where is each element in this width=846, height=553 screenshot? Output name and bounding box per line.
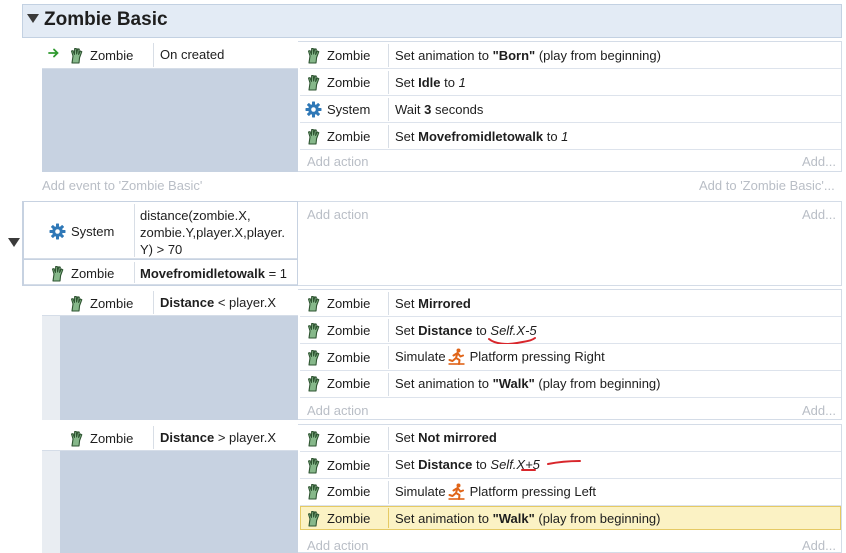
action-text[interactable]: Wait 3 seconds [395,102,483,117]
zombie-hand-icon [305,430,322,447]
zombie-hand-icon [305,375,322,392]
collapse-triangle-icon[interactable] [27,14,39,23]
zombie-hand-icon [68,47,85,64]
action-text[interactable]: Set Mirrored [395,296,471,311]
red-underline-annotation [521,460,581,471]
condition-text[interactable]: distance(zombie.X, zombie.Y,player.X,pla… [140,207,285,258]
platform-runner-icon [448,348,465,365]
add-action-link[interactable]: Add action [307,207,368,222]
add-to-group-link[interactable]: Add to 'Zombie Basic'... [699,178,835,193]
action-text[interactable]: Set animation to "Born" (play from begin… [395,48,661,63]
action-row[interactable] [300,96,841,123]
action-object[interactable]: Zombie [305,456,370,474]
add-event-link[interactable]: Add event to 'Zombie Basic' [42,178,202,193]
condition-object[interactable]: Zombie [49,264,114,282]
action-object[interactable]: Zombie [305,73,370,91]
action-object[interactable]: Zombie [305,348,370,366]
zombie-hand-icon [49,265,66,282]
action-object[interactable]: Zombie [305,374,370,392]
action-row[interactable] [300,69,841,96]
condition-text[interactable]: On created [160,47,224,62]
platform-runner-icon [448,483,465,500]
condition-object[interactable]: System [49,222,114,240]
condition-object[interactable]: Zombie [68,46,133,64]
action-text[interactable]: Simulate Platform pressing Right [395,347,605,365]
action-object[interactable]: Zombie [305,294,370,312]
action-object[interactable]: Zombie [305,509,370,527]
action-object[interactable]: System [305,100,370,118]
zombie-hand-icon [305,322,322,339]
collapse-triangle-icon[interactable] [8,238,20,247]
add-more-link[interactable]: Add... [802,154,836,169]
add-more-link[interactable]: Add... [802,207,836,222]
zombie-hand-icon [305,457,322,474]
zombie-hand-icon [305,295,322,312]
zombie-hand-icon [305,74,322,91]
action-object[interactable]: Zombie [305,321,370,339]
add-action-link[interactable]: Add action [307,154,368,169]
zombie-hand-icon [305,483,322,500]
add-more-link[interactable]: Add... [802,538,836,553]
action-text[interactable]: Set Movefromidletowalk to 1 [395,129,568,144]
add-action-link[interactable]: Add action [307,403,368,418]
gear-icon [305,101,322,118]
gear-icon [49,223,66,240]
condition-text[interactable]: Distance > player.X [160,430,276,445]
condition-text[interactable]: Movefromidletowalk = 1 [140,266,287,281]
action-object[interactable]: Zombie [305,127,370,145]
zombie-hand-icon [68,295,85,312]
action-row[interactable] [300,290,841,317]
condition-text[interactable]: Distance < player.X [160,295,276,310]
zombie-hand-icon [305,510,322,527]
action-text[interactable]: Set Idle to 1 [395,75,466,90]
zombie-hand-icon [68,430,85,447]
zombie-hand-icon [305,349,322,366]
action-row[interactable] [300,317,841,344]
action-object[interactable]: Zombie [305,46,370,64]
action-object[interactable]: Zombie [305,429,370,447]
action-text[interactable]: Set Not mirrored [395,430,497,445]
action-object[interactable]: Zombie [305,482,370,500]
action-row[interactable] [300,123,841,150]
zombie-hand-icon [305,47,322,64]
action-text[interactable]: Simulate Platform pressing Left [395,482,596,500]
add-action-link[interactable]: Add action [307,538,368,553]
arrow-right-icon [48,47,60,59]
group-title: Zombie Basic [44,9,168,30]
action-text[interactable]: Set animation to "Walk" (play from begin… [395,511,660,526]
action-row[interactable] [300,425,841,452]
condition-object[interactable]: Zombie [68,429,133,447]
condition-object[interactable]: Zombie [68,294,133,312]
action-text[interactable]: Set animation to "Walk" (play from begin… [395,376,660,391]
zombie-hand-icon [305,128,322,145]
add-more-link[interactable]: Add... [802,403,836,418]
